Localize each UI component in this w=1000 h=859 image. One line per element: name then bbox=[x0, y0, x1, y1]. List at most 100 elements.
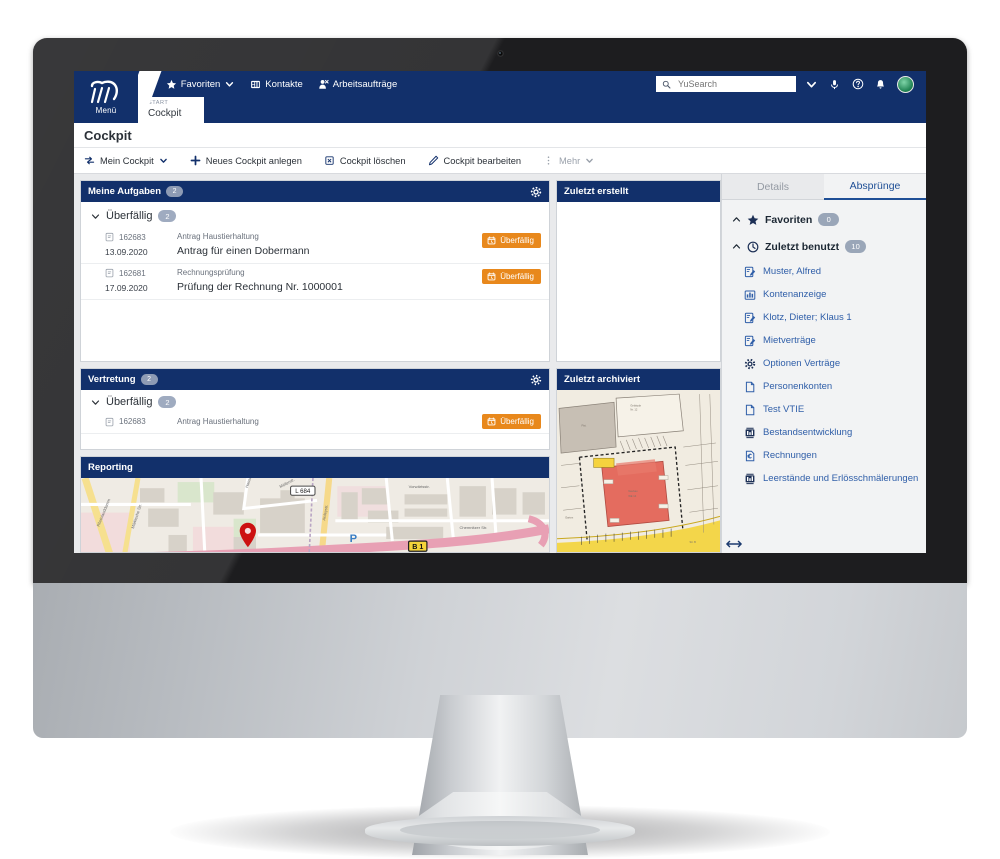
list-item-label: Leerstände und Erlösschmälerungen bbox=[763, 473, 919, 484]
status-badge[interactable]: Überfällig bbox=[482, 233, 541, 248]
task-title: Antrag für einen Dobermann bbox=[177, 245, 310, 257]
brand-logo[interactable]: Menü bbox=[74, 71, 138, 123]
toolbar-label: Cockpit löschen bbox=[339, 155, 406, 166]
tab-supertitle: START bbox=[148, 100, 169, 107]
tab-label: Absprünge bbox=[849, 180, 901, 192]
tab-details[interactable]: Details bbox=[722, 174, 824, 200]
nav-item-arbeitsauftraege[interactable]: Arbeitsaufträge bbox=[318, 79, 397, 90]
toolbar-label: Cockpit bearbeiten bbox=[443, 155, 522, 166]
notifications-button[interactable] bbox=[873, 77, 888, 92]
reporting-map[interactable]: Hansastr. Möllerstr. Rheinlanddamm Märki… bbox=[81, 478, 549, 552]
toolbar-neues-cockpit-anlegen[interactable]: Neues Cockpit anlegen bbox=[190, 155, 302, 166]
blueprint-preview[interactable]: Flst. Gebäude Nr. 12 Neubau WE 14 Garten… bbox=[557, 390, 720, 552]
section-count-badge: 0 bbox=[818, 213, 840, 226]
section-zuletzt-benutzt[interactable]: Zuletzt benutzt 10 bbox=[722, 233, 926, 260]
brand-menu-label: Menü bbox=[95, 105, 117, 115]
svg-text:Chemnitzer Str.: Chemnitzer Str. bbox=[459, 525, 487, 530]
badge-label: Überfällig bbox=[500, 236, 534, 245]
list-item[interactable]: Muster, Alfred bbox=[722, 260, 926, 283]
card-title: Vertretung 2 bbox=[88, 374, 158, 385]
company-logo-icon bbox=[90, 79, 118, 103]
nav-item-kontakte[interactable]: Kontakte bbox=[250, 79, 303, 90]
clock-icon bbox=[747, 241, 759, 252]
toolbar-cockpit-bearbeiten[interactable]: Cockpit bearbeiten bbox=[428, 155, 522, 166]
badge-label: Überfällig bbox=[500, 272, 534, 281]
page-header: Cockpit bbox=[74, 123, 926, 147]
nav-label: Arbeitsaufträge bbox=[332, 78, 398, 90]
list-item[interactable]: Optionen Verträge bbox=[722, 352, 926, 375]
avatar[interactable] bbox=[897, 75, 914, 93]
group-label: Überfällig bbox=[106, 210, 153, 222]
card-count-badge: 2 bbox=[166, 186, 184, 197]
list-item[interactable]: Klotz, Dieter; Klaus 1 bbox=[722, 306, 926, 329]
group-ueberfaellig[interactable]: Überfällig 2 bbox=[81, 390, 549, 412]
star-icon bbox=[166, 79, 176, 89]
status-badge[interactable]: Überfällig bbox=[482, 414, 541, 429]
gear-icon[interactable] bbox=[530, 374, 542, 386]
help-button[interactable] bbox=[850, 77, 865, 92]
page-title: Cockpit bbox=[84, 127, 132, 143]
trash-icon bbox=[324, 155, 335, 166]
svg-text:L 684: L 684 bbox=[295, 488, 311, 495]
section-favoriten[interactable]: Favoriten 0 bbox=[722, 206, 926, 233]
card-zuletzt-archiviert: Zuletzt archiviert Flst. Gebäude Nr. 12 … bbox=[556, 368, 721, 553]
table-row[interactable]: 162683 13.09.2020 Antrag Haustierhaltung… bbox=[81, 228, 549, 264]
task-title: Prüfung der Rechnung Nr. 1000001 bbox=[177, 281, 343, 293]
chevron-down-icon bbox=[807, 81, 816, 88]
svg-text:Str. B: Str. B bbox=[689, 540, 696, 544]
list-item[interactable]: Bestandsentwicklung bbox=[722, 421, 926, 444]
microphone-button[interactable] bbox=[827, 77, 842, 92]
card-body: Überfällig 2 bbox=[81, 390, 549, 449]
search-container[interactable] bbox=[656, 76, 796, 92]
list-item[interactable]: Leerstände und Erlösschmälerungen bbox=[722, 467, 926, 490]
horizontal-resize-handle[interactable] bbox=[726, 539, 742, 549]
search-dropdown-button[interactable] bbox=[804, 77, 819, 92]
list-item[interactable]: Kontenanzeige bbox=[722, 283, 926, 306]
list-item[interactable]: Mietverträge bbox=[722, 329, 926, 352]
search-input[interactable] bbox=[676, 78, 790, 90]
card-vertretung: Vertretung 2 Überfällig 2 162683 Antrag … bbox=[80, 368, 550, 450]
road-shield-l684: L 684 bbox=[290, 485, 316, 496]
card-title: Reporting bbox=[88, 462, 133, 473]
badge-label: Überfällig bbox=[500, 417, 534, 426]
chevron-down-icon[interactable] bbox=[224, 79, 235, 89]
card-title-label: Meine Aufgaben bbox=[88, 186, 162, 197]
card-header: Zuletzt archiviert bbox=[557, 369, 720, 390]
tab-bar: START Cockpit bbox=[74, 97, 926, 123]
person-edit-icon bbox=[744, 335, 756, 346]
road-shield-b1: B 1 bbox=[407, 540, 428, 552]
svg-text:Vorwärtsstr.: Vorwärtsstr. bbox=[409, 484, 430, 489]
microphone-icon bbox=[831, 79, 838, 89]
nav-item-favoriten[interactable]: Favoriten bbox=[166, 79, 236, 90]
action-toolbar: Mein Cockpit Neues Cockpit anlegen Cockp… bbox=[74, 147, 926, 174]
toolbar-cockpit-loeschen[interactable]: Cockpit löschen bbox=[324, 155, 406, 166]
section-label: Zuletzt benutzt bbox=[765, 240, 840, 253]
section-label: Favoriten bbox=[765, 213, 813, 226]
document-icon bbox=[745, 404, 755, 415]
top-navigation-bar: Menü Cockpit Favor bbox=[74, 71, 926, 123]
application-window: Menü Cockpit Favor bbox=[74, 71, 926, 553]
task-subtitle: Antrag Haustierhaltung bbox=[177, 417, 259, 426]
nav-label: Favoriten bbox=[180, 78, 221, 90]
card-title-label: Zuletzt erstellt bbox=[564, 186, 629, 197]
group-ueberfaellig[interactable]: Überfällig 2 bbox=[81, 202, 549, 228]
toolbar-mehr[interactable]: Mehr bbox=[543, 155, 594, 166]
chart-icon bbox=[744, 290, 756, 300]
tab-abspruenge[interactable]: Absprünge bbox=[824, 174, 926, 200]
card-count-badge: 2 bbox=[140, 374, 158, 385]
svg-text:B 1: B 1 bbox=[412, 543, 423, 551]
table-row[interactable]: 162683 Antrag Haustierhaltung Überfällig bbox=[81, 412, 549, 434]
list-item-label: Muster, Alfred bbox=[763, 266, 822, 277]
list-item[interactable]: Test VTIE bbox=[722, 398, 926, 421]
euro-document-icon bbox=[745, 450, 755, 461]
gear-icon[interactable] bbox=[530, 186, 542, 198]
toolbar-mein-cockpit[interactable]: Mein Cockpit bbox=[84, 155, 168, 166]
table-row[interactable]: 162681 17.09.2020 Rechnungsprüfung Prüfu… bbox=[81, 264, 549, 300]
task-subtitle: Rechnungsprüfung bbox=[177, 268, 245, 277]
list-item[interactable]: Personenkonten bbox=[722, 375, 926, 398]
status-badge[interactable]: Überfällig bbox=[482, 269, 541, 284]
list-item[interactable]: Rechnungen bbox=[722, 444, 926, 467]
task-date: 17.09.2020 bbox=[105, 283, 148, 293]
card-header: Vertretung 2 bbox=[81, 369, 549, 390]
nav-label: Kontakte bbox=[265, 78, 303, 90]
